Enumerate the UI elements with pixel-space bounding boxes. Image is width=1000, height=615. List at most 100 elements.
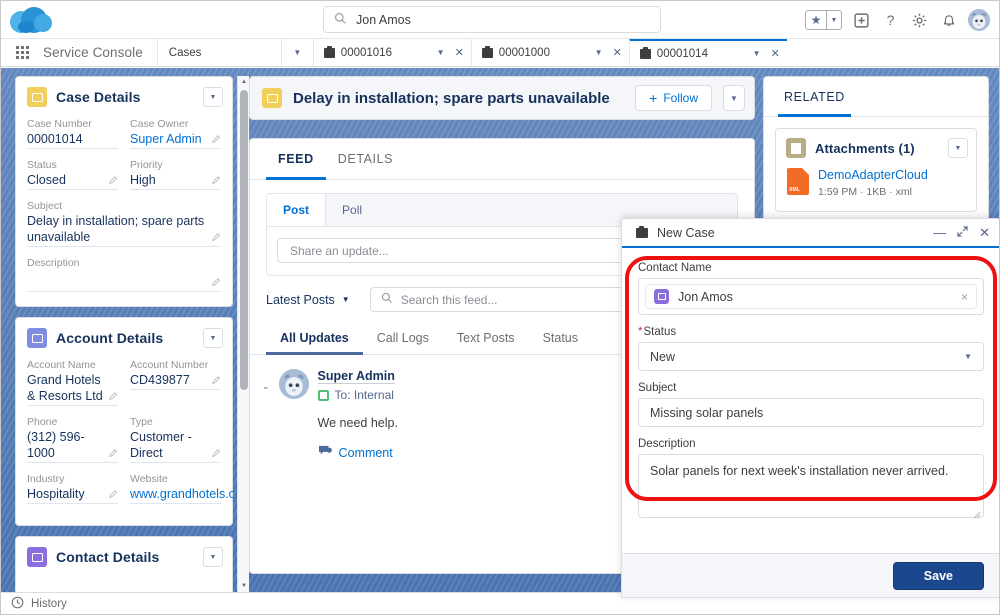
resize-grip-icon[interactable] bbox=[973, 507, 981, 519]
post-recipient: To: Internal bbox=[334, 388, 394, 402]
attachment-meta: 1:59 PM · 1KB · xml bbox=[818, 186, 912, 198]
publisher-tab-post[interactable]: Post bbox=[267, 194, 327, 226]
workspace-tab-00001014[interactable]: 00001014 ▼ ✕ bbox=[628, 38, 787, 66]
status-label-text: Status bbox=[643, 326, 677, 338]
description-label: Description bbox=[638, 438, 696, 450]
field-value[interactable]: www.grandhotels.com bbox=[130, 486, 233, 502]
object-tab-cases[interactable]: Cases bbox=[156, 39, 281, 66]
tab-feed[interactable]: FEED bbox=[266, 139, 326, 180]
global-search-input[interactable]: Jon Amos bbox=[323, 6, 661, 33]
chevron-down-icon[interactable]: ▼ bbox=[827, 11, 841, 29]
case-highlights-panel: Delay in installation; spare parts unava… bbox=[249, 76, 755, 120]
contact-name-input[interactable]: Jon Amos × bbox=[638, 278, 984, 315]
field-case-number: Case Number 00001014 bbox=[27, 117, 118, 158]
account-details-menu-button[interactable]: ▼ bbox=[203, 328, 223, 348]
workspace-tab-label: 00001014 bbox=[656, 47, 708, 60]
global-header: Jon Amos ★ ▼ ? bbox=[1, 1, 999, 39]
description-textarea[interactable]: Solar panels for next week's installatio… bbox=[638, 454, 984, 519]
field-label: Priority bbox=[130, 159, 163, 171]
card-title: Account Details bbox=[56, 330, 164, 346]
favorites-group[interactable]: ★ ▼ bbox=[805, 10, 842, 30]
edit-pencil-icon[interactable] bbox=[109, 391, 118, 402]
follow-button[interactable]: + Follow bbox=[635, 85, 712, 111]
bell-icon[interactable] bbox=[939, 11, 958, 30]
file-type-label: XML bbox=[789, 187, 801, 193]
feed-sort-dropdown[interactable]: Latest Posts ▼ bbox=[266, 293, 350, 307]
field-value: Delay in installation; spare parts unava… bbox=[27, 214, 205, 244]
status-label: *Status bbox=[638, 326, 984, 338]
left-panel-scrollbar[interactable]: ▲ ▼ bbox=[237, 76, 249, 592]
edit-pencil-icon[interactable] bbox=[212, 375, 221, 386]
list-item[interactable]: XML DemoAdapterCloud 1:59 PM · 1KB · xml bbox=[776, 166, 976, 211]
field-value: CD439877 bbox=[130, 373, 190, 387]
edit-pencil-icon[interactable] bbox=[109, 489, 118, 500]
expand-icon[interactable] bbox=[957, 225, 968, 240]
chevron-down-icon[interactable]: ▼ bbox=[280, 39, 313, 66]
subtab-status[interactable]: Status bbox=[529, 322, 592, 355]
post-author-link[interactable]: Super Admin bbox=[317, 369, 395, 384]
chevron-down-icon[interactable]: ▼ bbox=[753, 49, 761, 58]
contact-details-menu-button[interactable]: ▼ bbox=[203, 547, 223, 567]
edit-pencil-icon[interactable] bbox=[109, 175, 118, 186]
help-icon[interactable]: ? bbox=[881, 11, 900, 30]
new-case-title: New Case bbox=[657, 225, 715, 240]
field-account-number: Account Number CD439877 bbox=[130, 358, 221, 415]
case-icon bbox=[27, 87, 47, 107]
tab-related[interactable]: RELATED bbox=[778, 77, 851, 117]
edit-pencil-icon[interactable] bbox=[212, 232, 221, 243]
case-icon bbox=[323, 45, 335, 58]
chevron-down-icon[interactable]: ⌄ bbox=[262, 369, 270, 460]
card-title: Contact Details bbox=[56, 549, 160, 565]
chevron-down-icon[interactable]: ▼ bbox=[437, 48, 445, 57]
attachment-name-link[interactable]: DemoAdapterCloud bbox=[818, 168, 928, 182]
field-value[interactable]: Super Admin bbox=[130, 131, 212, 147]
page-title: Delay in installation; spare parts unava… bbox=[293, 89, 610, 107]
status-select[interactable]: New ▼ bbox=[638, 342, 984, 371]
workspace-tab-00001016[interactable]: 00001016 ▼ ✕ bbox=[312, 39, 471, 66]
comment-icon bbox=[318, 445, 332, 460]
console-tab-bar: Service Console Cases ▼ 00001016 ▼ ✕ 000… bbox=[1, 38, 999, 67]
chevron-down-icon[interactable]: ▼ bbox=[595, 48, 603, 57]
close-icon[interactable]: ✕ bbox=[771, 47, 780, 60]
close-icon[interactable]: ✕ bbox=[979, 225, 990, 241]
minimize-icon[interactable]: — bbox=[933, 226, 946, 239]
subtab-text-posts[interactable]: Text Posts bbox=[443, 322, 529, 355]
plus-square-icon[interactable] bbox=[852, 11, 871, 30]
field-label: Case Owner bbox=[130, 118, 189, 130]
edit-pencil-icon[interactable] bbox=[212, 448, 221, 459]
contact-name-value: Jon Amos bbox=[678, 289, 733, 304]
scrollbar-thumb[interactable] bbox=[240, 90, 248, 390]
edit-pencil-icon[interactable] bbox=[109, 448, 118, 459]
attachments-menu-button[interactable]: ▼ bbox=[948, 138, 968, 158]
subtab-call-logs[interactable]: Call Logs bbox=[363, 322, 443, 355]
gear-icon[interactable] bbox=[910, 11, 929, 30]
app-launcher-icon[interactable] bbox=[1, 39, 43, 66]
edit-pencil-icon[interactable] bbox=[212, 277, 221, 288]
salesforce-cloud-logo[interactable] bbox=[1, 1, 59, 39]
field-website: Website www.grandhotels.com bbox=[130, 472, 233, 513]
clear-contact-icon[interactable]: × bbox=[961, 290, 968, 304]
subject-input[interactable]: Missing solar panels bbox=[638, 398, 984, 427]
contact-icon bbox=[654, 289, 669, 304]
star-icon[interactable]: ★ bbox=[806, 11, 826, 29]
avatar bbox=[278, 369, 309, 399]
history-label[interactable]: History bbox=[31, 598, 67, 610]
clock-icon bbox=[11, 596, 24, 612]
case-actions-menu-button[interactable]: ▼ bbox=[723, 85, 745, 111]
save-button[interactable]: Save bbox=[892, 561, 984, 590]
close-icon[interactable]: ✕ bbox=[455, 46, 464, 59]
subtab-all-updates[interactable]: All Updates bbox=[266, 322, 363, 355]
workspace-tab-00001000[interactable]: 00001000 ▼ ✕ bbox=[470, 39, 629, 66]
tab-details[interactable]: DETAILS bbox=[326, 139, 405, 180]
edit-pencil-icon[interactable] bbox=[212, 175, 221, 186]
publisher-tab-poll[interactable]: Poll bbox=[326, 194, 378, 226]
edit-pencil-icon[interactable] bbox=[212, 134, 221, 145]
close-icon[interactable]: ✕ bbox=[613, 46, 622, 59]
status-value: New bbox=[650, 349, 676, 364]
field-label: Account Name bbox=[27, 359, 96, 371]
case-details-menu-button[interactable]: ▼ bbox=[203, 87, 223, 107]
field-label: Website bbox=[130, 473, 168, 485]
xml-file-icon: XML bbox=[787, 168, 809, 195]
avatar[interactable] bbox=[968, 9, 990, 31]
subject-field-group: Subject Missing solar panels bbox=[638, 382, 984, 427]
